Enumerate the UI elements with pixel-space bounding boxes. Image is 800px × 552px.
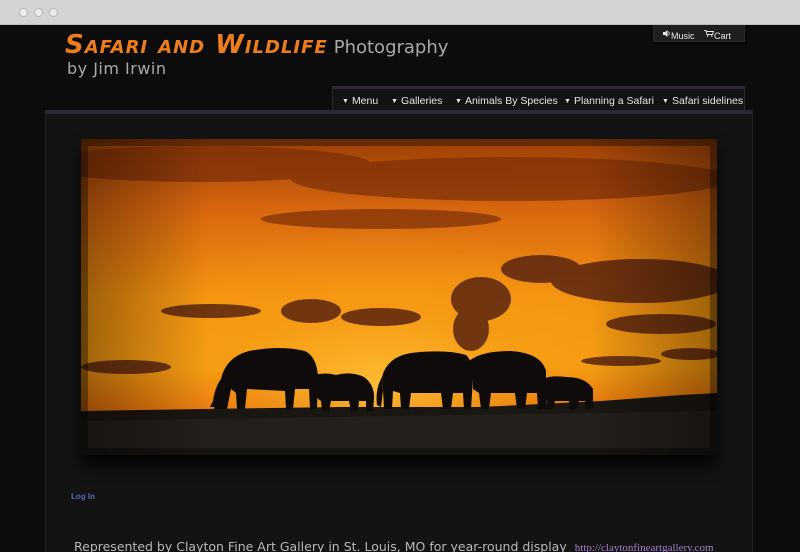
nav-item-label: Menu [351, 95, 379, 107]
nav-item-menu[interactable]: ▼ Menu [342, 95, 378, 107]
gallery-link[interactable]: http://claytonfineartgallery.com [575, 542, 714, 552]
sunset-elephants-image [81, 139, 717, 455]
nav-item-label: Animals By Species [464, 95, 558, 107]
speaker-icon [663, 30, 670, 37]
window-maximize-dot[interactable] [49, 8, 58, 17]
nav-item-animals-by-species[interactable]: ▼ Animals By Species [455, 95, 558, 107]
nav-item-safari-sidelines[interactable]: ▼ Safari sidelines [662, 95, 743, 107]
cart-label: Cart [714, 31, 732, 41]
caret-down-icon: ▼ [342, 98, 349, 105]
caret-down-icon: ▼ [564, 98, 571, 105]
caret-down-icon: ▼ [662, 98, 669, 105]
browser-toolbar [0, 0, 800, 25]
music-label: Music [671, 31, 695, 41]
caret-down-icon: ▼ [455, 98, 462, 105]
hero-photo[interactable] [81, 139, 717, 455]
site-title[interactable]: Safari and Wildlife Photography [65, 30, 448, 60]
site-title-main: Safari and Wildlife [65, 30, 328, 60]
content-panel: Log In Represented by Clayton Fine Art G… [45, 110, 753, 552]
caret-down-icon: ▼ [391, 98, 398, 105]
gallery-representation-text: Represented by Clayton Fine Art Gallery … [74, 539, 714, 552]
login-link[interactable]: Log In [71, 492, 95, 501]
nav-item-label: Planning a Safari [573, 95, 654, 107]
site-byline: by Jim Irwin [67, 59, 167, 78]
main-nav: ▼ Menu ▼ Galleries ▼ Animals By Species ▼ Pl… [332, 86, 745, 110]
utility-bar: Music Cart [653, 25, 745, 42]
music-link[interactable]: Music [663, 28, 695, 41]
window-minimize-dot[interactable] [34, 8, 43, 17]
cart-link[interactable]: Cart [704, 28, 731, 41]
cart-icon [704, 30, 715, 37]
site-title-sub: Photography [333, 37, 449, 58]
window-close-dot[interactable] [19, 8, 28, 17]
nav-item-planning-a-safari[interactable]: ▼ Planning a Safari [564, 95, 654, 107]
nav-item-label: Galleries [400, 95, 443, 107]
nav-item-label: Safari sidelines [671, 95, 744, 107]
nav-item-galleries[interactable]: ▼ Galleries [391, 95, 442, 107]
gallery-representation-label: Represented by Clayton Fine Art Gallery … [74, 539, 567, 552]
page: Safari and Wildlife Photography by Jim Ir… [0, 25, 800, 552]
